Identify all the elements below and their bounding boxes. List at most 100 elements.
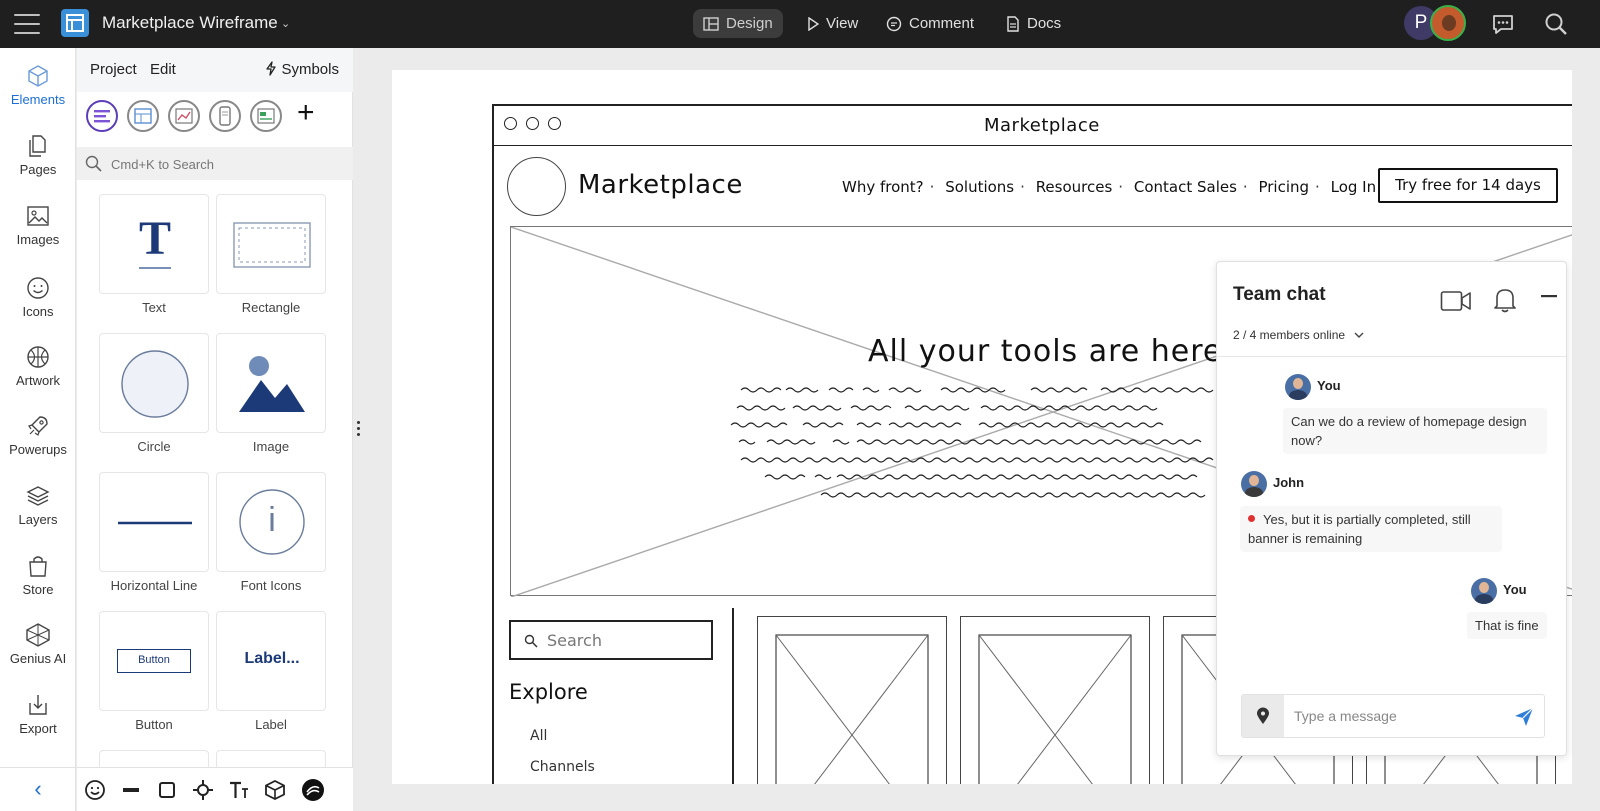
move-tool-icon[interactable] (191, 778, 215, 802)
tab-project[interactable]: Project (90, 61, 137, 78)
chat-title: Team chat (1233, 284, 1326, 305)
rail-item-layers[interactable]: Layers (0, 484, 76, 527)
wireframe-nav: Why front? · Solutions · Resources · Contac… (842, 178, 1377, 196)
library-list-icon[interactable] (86, 100, 118, 132)
search-icon[interactable] (1543, 11, 1569, 37)
image-icon (27, 206, 49, 226)
rail-label-store: Store (22, 582, 54, 597)
rail-item-pages[interactable]: Pages (0, 134, 76, 177)
mode-view-label: View (826, 15, 859, 32)
box-tool-icon[interactable] (263, 778, 287, 802)
message-text-with-status: Yes, but it is partially completed, stil… (1240, 506, 1502, 552)
tile-label-text: Text (142, 300, 166, 315)
line-tool-icon[interactable] (119, 778, 143, 802)
rail-label-powerups: Powerups (9, 442, 67, 457)
mode-design-button[interactable]: Design (693, 9, 783, 38)
elements-panel: Project Edit Symbols + T Text (77, 48, 353, 811)
brand-badge-icon[interactable] (301, 778, 325, 802)
location-pin-icon (1257, 707, 1269, 724)
bell-icon[interactable] (1493, 286, 1517, 314)
chat-message-input[interactable] (1294, 705, 1504, 727)
element-tile-circle[interactable] (99, 333, 209, 433)
hamburger-menu-icon[interactable] (14, 14, 40, 34)
font-icons-icon: i (268, 501, 276, 539)
minimize-icon[interactable] (1541, 294, 1557, 298)
wireframe-brand[interactable]: Marketplace (578, 170, 743, 200)
layout-icon (703, 16, 719, 31)
chat-bubble-icon[interactable] (1490, 11, 1516, 37)
element-tile-text[interactable]: T (99, 194, 209, 294)
user-avatar-photo[interactable] (1430, 5, 1466, 41)
rail-item-elements[interactable]: Elements (0, 64, 76, 107)
video-call-icon[interactable] (1440, 290, 1472, 312)
send-icon[interactable] (1514, 707, 1534, 727)
element-tile-button[interactable]: Button (99, 611, 209, 711)
mode-docs-button[interactable]: Docs (996, 9, 1071, 38)
wireframe-window-title: Marketplace (984, 115, 1100, 136)
document-icon (1007, 15, 1019, 32)
element-tile-font-icons[interactable]: i (216, 472, 326, 572)
tab-edit[interactable]: Edit (150, 61, 176, 78)
project-title[interactable]: Marketplace Wireframe (102, 13, 278, 33)
chat-online-status[interactable]: 2 / 4 members online (1233, 328, 1364, 342)
library-chart-icon[interactable] (168, 100, 200, 132)
chevron-down-icon[interactable]: ⌄ (281, 17, 290, 30)
wireframe-explore-link-all[interactable]: All (530, 728, 547, 744)
wireframe-nav-resources[interactable]: Resources (1036, 178, 1113, 196)
chat-header: Team chat 2 / 4 members online (1217, 262, 1566, 357)
panel-header: Project Edit Symbols (77, 48, 353, 92)
library-mobile-icon[interactable] (209, 100, 241, 132)
symbols-button[interactable]: Symbols (265, 61, 339, 78)
library-form-icon[interactable] (250, 100, 282, 132)
message-text: That is fine (1467, 612, 1547, 639)
wireframe-product-card[interactable] (960, 616, 1150, 784)
pages-icon (29, 135, 46, 157)
text-size-icon[interactable] (227, 778, 251, 802)
wireframe-product-card[interactable] (757, 616, 947, 784)
location-pin-button[interactable] (1242, 695, 1284, 737)
rail-label-layers: Layers (18, 512, 58, 527)
emoji-icon[interactable] (83, 778, 107, 802)
wireframe-window-bar: Marketplace (494, 106, 1572, 146)
wireframe-hero-title[interactable]: All your tools are here (868, 334, 1222, 369)
panel-resize-handle[interactable] (357, 421, 361, 437)
search-icon (85, 155, 102, 172)
add-library-plus-icon[interactable]: + (297, 97, 315, 129)
element-tile-label[interactable]: Label... (216, 611, 326, 711)
message-author: You (1317, 378, 1341, 393)
library-grid-icon[interactable] (127, 100, 159, 132)
tile-label-button: Button (135, 717, 173, 732)
element-tile-image[interactable] (216, 333, 326, 433)
mode-comment-button[interactable]: Comment (876, 9, 984, 38)
rail-item-powerups[interactable]: Powerups (0, 414, 76, 457)
rail-item-images[interactable]: Images (0, 204, 76, 247)
message-author: You (1503, 582, 1527, 597)
rail-item-genius-ai[interactable]: Genius AI (0, 623, 76, 666)
element-tile-horizontal-line[interactable] (99, 472, 209, 572)
panel-quick-toolbar (77, 767, 353, 811)
app-logo-icon[interactable] (61, 9, 89, 37)
wireframe-nav-contact-sales[interactable]: Contact Sales (1134, 178, 1237, 196)
wireframe-nav-why-front[interactable]: Why front? (842, 178, 924, 196)
wireframe-nav-pricing[interactable]: Pricing (1258, 178, 1309, 196)
wireframe-explore-link-channels[interactable]: Channels (530, 759, 595, 775)
rail-label-genius-ai: Genius AI (9, 651, 67, 666)
square-tool-icon[interactable] (155, 778, 179, 802)
rail-item-export[interactable]: Export (0, 693, 76, 736)
rail-item-store[interactable]: Store (0, 554, 76, 597)
wireframe-logo-placeholder[interactable] (507, 157, 566, 216)
wireframe-search-box[interactable]: Search (509, 620, 713, 660)
rail-item-icons[interactable]: Icons (0, 276, 76, 319)
mode-view-button[interactable]: View (797, 9, 868, 38)
left-rail: Elements Pages Images Icons Artwork Powe… (0, 48, 76, 811)
element-tile-rectangle[interactable] (216, 194, 326, 294)
wireframe-nav-solutions[interactable]: Solutions (945, 178, 1014, 196)
element-search-input[interactable] (111, 153, 341, 175)
window-dot-icon (504, 117, 517, 130)
tile-label-horizontal-line: Horizontal Line (110, 578, 198, 593)
library-row: + (77, 92, 353, 142)
wireframe-nav-log-in[interactable]: Log In (1331, 178, 1377, 196)
collapse-panel-chevron-icon[interactable]: ‹ (0, 767, 76, 811)
rail-item-artwork[interactable]: Artwork (0, 345, 76, 388)
wireframe-cta-button[interactable]: Try free for 14 days (1378, 168, 1558, 203)
